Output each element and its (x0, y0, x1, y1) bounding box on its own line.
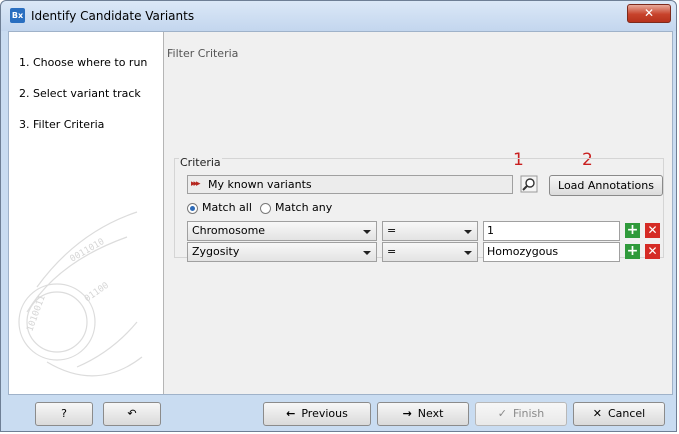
cancel-icon: ✕ (592, 407, 602, 420)
panel-title: Filter Criteria (167, 47, 239, 60)
add-row-icon[interactable]: + (625, 223, 640, 238)
value-input-text: Homozygous (487, 245, 559, 258)
match-any-radio[interactable] (260, 203, 271, 214)
field-select-value: Chromosome (192, 224, 266, 237)
dialog-window: Bx Identify Candidate Variants ✕ 1. Choo… (0, 0, 677, 432)
previous-button[interactable]: ← Previous (263, 402, 371, 426)
svg-text:0011010: 0011010 (69, 237, 107, 265)
close-button[interactable]: ✕ (627, 4, 671, 23)
filter-criteria-panel: Filter Criteria 1 2 Criteria ▸▸▸ My know… (164, 32, 672, 394)
next-label: Next (417, 407, 444, 420)
title-bar: Bx Identify Candidate Variants ✕ (1, 1, 676, 31)
finish-button[interactable]: ✓ Finish (475, 402, 567, 426)
decorative-swirl-graphic: 0011010 1010011 01100 (18, 211, 143, 377)
value-input-text: 1 (487, 224, 494, 237)
track-name: My known variants (208, 178, 312, 191)
cancel-label: Cancel (607, 407, 646, 420)
next-button[interactable]: → Next (377, 402, 469, 426)
criteria-label: Criteria (179, 156, 222, 169)
field-select[interactable]: Chromosome (187, 221, 377, 241)
browse-magnifier-icon[interactable] (520, 175, 538, 193)
restore-defaults-button[interactable]: ↶ (103, 402, 161, 426)
steps-sidebar: 1. Choose where to run 2. Select variant… (9, 32, 164, 394)
arrow-left-icon: ← (286, 407, 296, 420)
criteria-group: Criteria ▸▸▸ My known variants Load Anno… (174, 156, 664, 262)
field-select[interactable]: Zygosity (187, 242, 377, 262)
operator-select[interactable]: = (382, 242, 478, 262)
step-select-variant-track: 2. Select variant track (19, 87, 141, 100)
chevron-down-icon (363, 251, 371, 255)
match-all-label: Match all (202, 201, 252, 214)
track-field: ▸▸▸ My known variants (187, 175, 513, 194)
help-button[interactable]: ? (35, 402, 93, 426)
checkmark-icon: ✓ (497, 407, 507, 420)
step-filter-criteria: 3. Filter Criteria (19, 118, 105, 131)
step-choose-where-to-run: 1. Choose where to run (19, 56, 148, 69)
help-label: ? (61, 407, 67, 420)
app-icon: Bx (10, 8, 25, 23)
operator-select[interactable]: = (382, 221, 478, 241)
variant-track-icon: ▸▸▸ (191, 179, 200, 189)
finish-label: Finish (512, 407, 545, 420)
window-title: Identify Candidate Variants (31, 9, 195, 23)
remove-row-icon[interactable]: ✕ (645, 223, 660, 238)
chevron-down-icon (464, 230, 472, 234)
load-annotations-button[interactable]: Load Annotations (549, 175, 663, 196)
match-all-radio[interactable] (187, 203, 198, 214)
svg-text:01100: 01100 (83, 281, 111, 305)
previous-label: Previous (301, 407, 348, 420)
match-any-label: Match any (275, 201, 333, 214)
operator-select-value: = (387, 245, 397, 258)
cancel-button[interactable]: ✕ Cancel (573, 402, 665, 426)
operator-select-value: = (387, 224, 397, 237)
close-icon: ✕ (643, 6, 655, 20)
remove-row-icon[interactable]: ✕ (645, 244, 660, 259)
field-select-value: Zygosity (192, 245, 240, 258)
chevron-down-icon (363, 230, 371, 234)
dialog-content: 1. Choose where to run 2. Select variant… (8, 31, 673, 395)
arrow-right-icon: → (402, 407, 412, 420)
undo-icon: ↶ (127, 407, 137, 420)
chevron-down-icon (464, 251, 472, 255)
value-input[interactable]: Homozygous (483, 242, 620, 262)
value-input[interactable]: 1 (483, 221, 620, 241)
add-row-icon[interactable]: + (625, 244, 640, 259)
